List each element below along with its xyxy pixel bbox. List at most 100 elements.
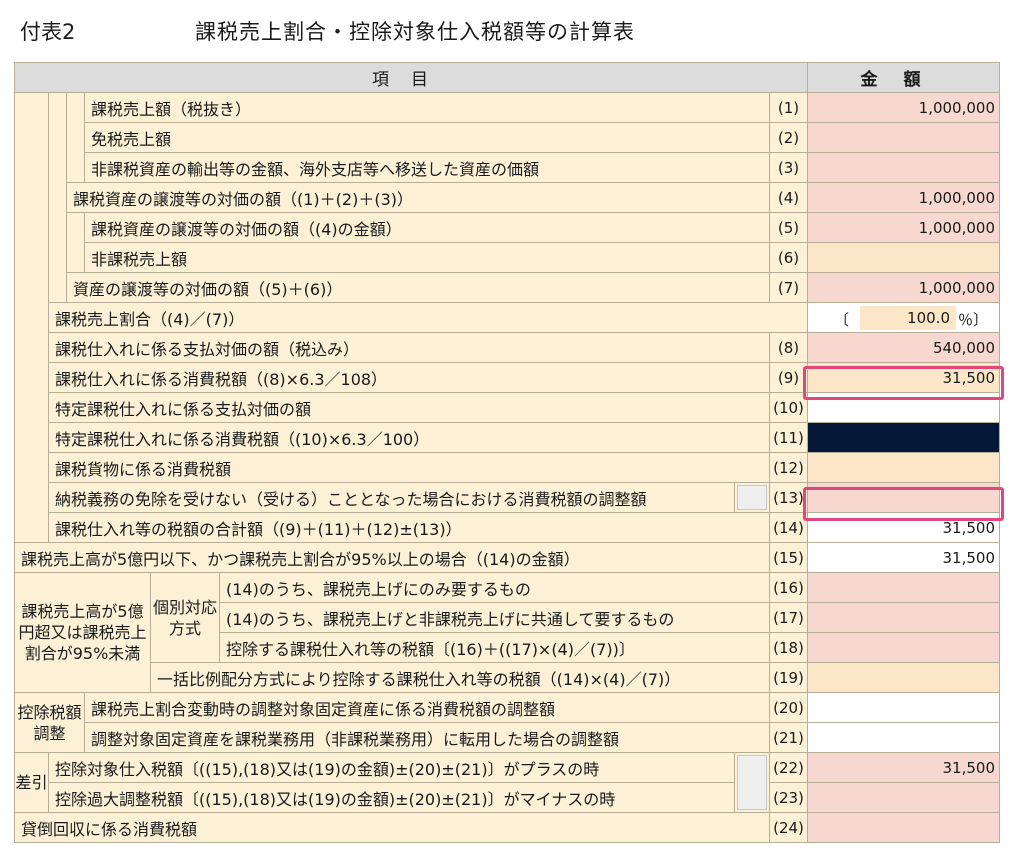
row-indent (14, 512, 49, 543)
table-row: 貸倒回収に係る消費税額 (24) (14, 812, 1000, 843)
table-row: 特定課税仕入れに係る消費税額（(10)×6.3／100） (11) (15, 422, 1000, 453)
row-label: 課税売上額（税抜き） (84, 92, 770, 123)
amount-field[interactable] (807, 692, 1000, 723)
row-label: 調整対象固定資産を課税業務用（非課税業務用）に転用した場合の調整額 (84, 722, 770, 753)
row-label: 非課税資産の輸出等の金額、海外支店等へ移送した資産の価額 (84, 152, 770, 183)
row-number: (22) (769, 752, 808, 783)
amount-field[interactable] (807, 602, 1000, 633)
highlight-frame (803, 487, 1004, 521)
row-label: (14)のうち、課税売上げにのみ要するもの (219, 572, 770, 603)
row-label: 貸倒回収に係る消費税額 (14, 812, 770, 843)
row-number: (20) (769, 692, 808, 723)
table-row: 課税売上高が5億円以下、かつ課税売上割合が95%以上の場合（(14)の金額） (… (14, 542, 1000, 573)
row-label: 課税資産の譲渡等の対価の額（(4)の金額） (84, 212, 770, 243)
row-label: 特定課税仕入れに係る消費税額（(10)×6.3／100） (48, 422, 770, 453)
row-label: 課税売上高が5億円以下、かつ課税売上割合が95%以上の場合（(14)の金額） (14, 542, 770, 573)
row-indent (48, 92, 67, 303)
row-number: (23) (769, 782, 808, 813)
row-label: 課税資産の譲渡等の対価の額（(1)＋(2)＋(3)） (66, 182, 770, 213)
header-item: 項目 (14, 62, 808, 93)
row-number: (9) (769, 362, 808, 393)
row-number: (10) (769, 392, 808, 423)
amount-field[interactable]: 1,000,000 (807, 272, 1000, 303)
row-number: (14) (769, 512, 808, 543)
row-button-cell (734, 752, 770, 813)
table-row: 課税資産の譲渡等の対価の額（(4)の金額） (5) 1,000,000 (15, 212, 1000, 273)
row-number: (2) (769, 122, 808, 153)
table-row: 課税売上額（税抜き） (1) 1,000,000 (14, 92, 1000, 333)
calculation-table: 項目 金額 課税売上額（税抜き） (1) 1,000,000 免税売上額 (2)… (14, 62, 1000, 843)
title-bar: 付表2 課税売上割合・控除対象仕入税額等の計算表 (0, 0, 1024, 60)
amount-field[interactable] (807, 452, 1000, 483)
row-number: (17) (769, 602, 808, 633)
row-indent (66, 212, 85, 273)
detail-button[interactable] (737, 485, 767, 510)
row-number: (12) (769, 452, 808, 483)
table-row: 課税売上高が5億円超又は課税売上割合が95%未満 個別対応方式 (14)のうち、… (14, 572, 1000, 693)
row-number: (13) (769, 482, 808, 513)
amount-field[interactable] (807, 722, 1000, 753)
row-number: (19) (769, 662, 808, 693)
amount-field[interactable] (807, 122, 1000, 153)
amount-field[interactable] (807, 632, 1000, 663)
amount-field[interactable]: 1,000,000 (807, 92, 1000, 123)
row-number: (7) (769, 272, 808, 303)
amount-field[interactable] (807, 242, 1000, 273)
row-indent (14, 332, 49, 513)
row-label: 課税売上割合（(4)／(7)） (48, 302, 808, 333)
table-row: 資産の譲渡等の対価の額（(5)＋(6)） (7) 1,000,000 (15, 272, 1000, 303)
row-label: 特定課税仕入れに係る支払対価の額 (48, 392, 770, 423)
row-number: (6) (769, 242, 808, 273)
table-row: 非課税資産の輸出等の金額、海外支店等へ移送した資産の価額 (3) (15, 152, 1000, 183)
row-number: (18) (769, 632, 808, 663)
amount-field[interactable] (807, 422, 1000, 453)
row-number: (8) (769, 332, 808, 363)
table-row: 免税売上額 (2) (15, 122, 1000, 153)
row-label: 課税仕入れに係る支払対価の額（税込み） (48, 332, 770, 363)
row-number: (16) (769, 572, 808, 603)
row-label: 課税仕入れに係る消費税額（(8)×6.3／108） (48, 362, 770, 393)
table-row: 課税貨物に係る消費税額 (12) (15, 452, 1000, 483)
table-header: 項目 金額 (14, 62, 1000, 93)
row-label: 納税義務の免除を受けない（受ける）こととなった場合における消費税額の調整額 (48, 482, 735, 513)
row-label: 免税売上額 (84, 122, 770, 153)
amount-field[interactable]: 31,500 (807, 752, 1000, 783)
group-label-adjust: 控除税額調整 (14, 692, 85, 753)
amount-field[interactable]: 1,000,000 (807, 182, 1000, 213)
table-row: 課税仕入れに係る支払対価の額（税込み） (8) 540,000 (14, 332, 1000, 513)
amount-field[interactable]: 31,500 (807, 542, 1000, 573)
table-row: 一括比例配分方式により控除する課税仕入れ等の税額（(14)×(4)／(7)） (… (15, 662, 1000, 693)
row-number: (4) (769, 182, 808, 213)
row-label: 課税貨物に係る消費税額 (48, 452, 770, 483)
ratio-bracket: 〔 (834, 311, 850, 329)
amount-field[interactable] (807, 782, 1000, 813)
amount-field[interactable] (807, 572, 1000, 603)
ratio-value[interactable]: 100.0 (860, 306, 956, 330)
group-label-large-sales: 課税売上高が5億円超又は課税売上割合が95%未満 (14, 572, 151, 693)
amount-field[interactable]: 540,000 (807, 332, 1000, 363)
row-label: 課税仕入れ等の税額の合計額（(9)＋(11)＋(12)±(13)） (48, 512, 770, 543)
ratio-cell: 〔 100.0 ％〕 (807, 302, 1000, 333)
ratio-unit: ％〕 (958, 311, 989, 329)
amount-field[interactable] (807, 662, 1000, 693)
row-label: 控除対象仕入税額〔((15),(18)又は(19)の金額)±(20)±(21)〕… (48, 752, 735, 783)
row-number: (21) (769, 722, 808, 753)
group-label-individual: 個別対応方式 (150, 572, 220, 663)
row-indent (14, 92, 49, 333)
highlight-frame (803, 366, 1004, 400)
row-number: (5) (769, 212, 808, 243)
row-label: 控除する課税仕入れ等の税額〔(16)＋((17)×(4)／(7))〕 (219, 632, 770, 663)
detail-button[interactable] (737, 755, 767, 810)
row-number: (11) (769, 422, 808, 453)
amount-field[interactable] (807, 812, 1000, 843)
header-amount: 金額 (807, 62, 1000, 93)
table-row: 非課税売上額 (6) (15, 242, 1000, 273)
amount-field[interactable]: 1,000,000 (807, 212, 1000, 243)
table-row: 課税売上割合（(4)／(7)） 〔 100.0 ％〕 (15, 302, 1000, 333)
table-row: 控除過大調整税額〔((15),(18)又は(19)の金額)±(20)±(21)〕… (15, 782, 1000, 813)
table-row: 差引 控除対象仕入税額〔((15),(18)又は(19)の金額)±(20)±(2… (14, 752, 1000, 813)
row-label: 課税売上割合変動時の調整対象固定資産に係る消費税額の調整額 (84, 692, 770, 723)
row-label: 控除過大調整税額〔((15),(18)又は(19)の金額)±(20)±(21)〕… (48, 782, 735, 813)
row-label: 非課税売上額 (84, 242, 770, 273)
amount-field[interactable] (807, 152, 1000, 183)
